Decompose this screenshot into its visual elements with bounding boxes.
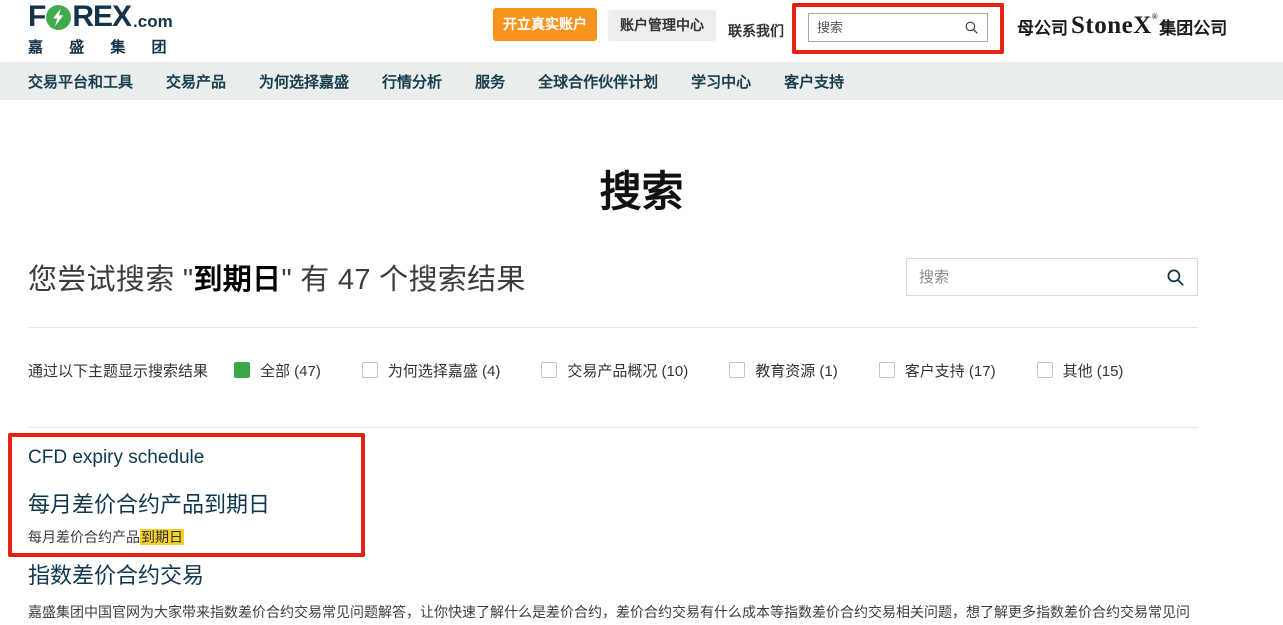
header-search-box[interactable] <box>808 13 988 42</box>
nav-item-why-forex[interactable]: 为何选择嘉盛 <box>259 71 349 92</box>
forex-logo[interactable]: F REX .com 嘉 盛 集 团 <box>28 2 178 57</box>
search-result-cfd-expiry: CFD expiry schedule 每月差价合约产品到期日 每月差价合约产品… <box>28 447 348 547</box>
header-search-input[interactable] <box>817 20 964 35</box>
parent-company-prefix: 母公司 <box>1017 14 1068 39</box>
filter-options: 全部 (47) 为何选择嘉盛 (4) 交易产品概况 (10) 教育资源 (1) … <box>234 360 1123 381</box>
result-snippet: 嘉盛集团中国官网为大家带来指数差价合约交易常见问题解答，让你快速了解什么是差价合… <box>28 599 1198 625</box>
forex-logo-wordmark: F REX .com <box>28 2 178 32</box>
filter-option-products[interactable]: 交易产品概况 (10) <box>541 360 688 381</box>
nav-item-trading-products[interactable]: 交易产品 <box>166 71 226 92</box>
divider <box>28 327 1198 328</box>
header: F REX .com 嘉 盛 集 团 开立真实账户 账户管理中心 联系我们 母公… <box>0 0 1283 62</box>
divider <box>28 427 1198 428</box>
filter-option-label: 为何选择嘉盛 (4) <box>388 360 501 381</box>
filter-label: 通过以下主题显示搜索结果 <box>28 360 208 381</box>
filter-option-label: 交易产品概况 (10) <box>567 360 688 381</box>
filter-option-education[interactable]: 教育资源 (1) <box>729 360 838 381</box>
logo-chinese-name: 嘉 盛 集 团 <box>28 36 178 57</box>
result-title-link[interactable]: 指数差价合约交易 <box>28 558 1198 590</box>
search-result-index-cfd: 指数差价合约交易 嘉盛集团中国官网为大家带来指数差价合约交易常见问题解答，让你快… <box>28 558 1198 625</box>
contact-us-link[interactable]: 联系我们 <box>728 17 784 45</box>
open-live-account-button[interactable]: 开立真实账户 <box>493 8 597 41</box>
results-search-box[interactable] <box>906 258 1198 296</box>
nav-item-services[interactable]: 服务 <box>475 71 505 92</box>
filter-option-label: 教育资源 (1) <box>755 360 838 381</box>
filter-option-label: 全部 (47) <box>260 360 321 381</box>
stonex-trademark: ® <box>1152 12 1158 21</box>
parent-company-suffix: 集团公司 <box>1159 14 1227 39</box>
filter-row: 通过以下主题显示搜索结果 全部 (47) 为何选择嘉盛 (4) 交易产品概况 (… <box>28 357 1198 383</box>
filter-option-other[interactable]: 其他 (15) <box>1037 360 1124 381</box>
checkbox-icon[interactable] <box>541 362 557 378</box>
results-heading: 您尝试搜索 "到期日" 有 47 个搜索结果 <box>28 256 526 298</box>
nav-item-market-analysis[interactable]: 行情分析 <box>382 71 442 92</box>
filter-option-all[interactable]: 全部 (47) <box>234 360 321 381</box>
forex-bolt-icon <box>46 5 71 30</box>
page-title: 搜索 <box>0 158 1283 219</box>
search-icon[interactable] <box>964 20 979 35</box>
nav-item-customer-support[interactable]: 客户支持 <box>784 71 844 92</box>
main-nav: 交易平台和工具 交易产品 为何选择嘉盛 行情分析 服务 全球合作伙伴计划 学习中… <box>0 62 1283 100</box>
checkbox-icon[interactable] <box>1037 362 1053 378</box>
logo-text-com: .com <box>133 13 173 30</box>
filter-option-why-forex[interactable]: 为何选择嘉盛 (4) <box>362 360 501 381</box>
search-query-text: 到期日 <box>193 264 281 296</box>
stonex-logo: StoneX® <box>1071 12 1158 40</box>
parent-company-lockup: 母公司 StoneX® 集团公司 <box>1017 12 1227 40</box>
nav-item-learning-center[interactable]: 学习中心 <box>691 71 751 92</box>
checkbox-icon[interactable] <box>234 362 250 378</box>
filter-option-label: 客户支持 (17) <box>905 360 996 381</box>
results-search-input[interactable] <box>919 269 1166 286</box>
search-icon[interactable] <box>1166 268 1185 287</box>
checkbox-icon[interactable] <box>729 362 745 378</box>
filter-option-support[interactable]: 客户支持 (17) <box>879 360 996 381</box>
account-center-button[interactable]: 账户管理中心 <box>608 10 716 41</box>
highlighted-term: 到期日 <box>140 529 184 545</box>
filter-option-label: 其他 (15) <box>1063 360 1124 381</box>
result-category-link[interactable]: CFD expiry schedule <box>28 447 348 469</box>
results-header-row: 您尝试搜索 "到期日" 有 47 个搜索结果 <box>28 256 1198 298</box>
nav-item-trading-platforms[interactable]: 交易平台和工具 <box>28 71 133 92</box>
checkbox-icon[interactable] <box>362 362 378 378</box>
checkbox-icon[interactable] <box>879 362 895 378</box>
result-title-link[interactable]: 每月差价合约产品到期日 <box>28 487 348 519</box>
logo-text-f: F <box>28 2 45 32</box>
result-snippet: 每月差价合约产品到期日 <box>28 527 348 547</box>
nav-item-partner-program[interactable]: 全球合作伙伴计划 <box>538 71 658 92</box>
logo-text-rex: REX <box>72 2 131 32</box>
